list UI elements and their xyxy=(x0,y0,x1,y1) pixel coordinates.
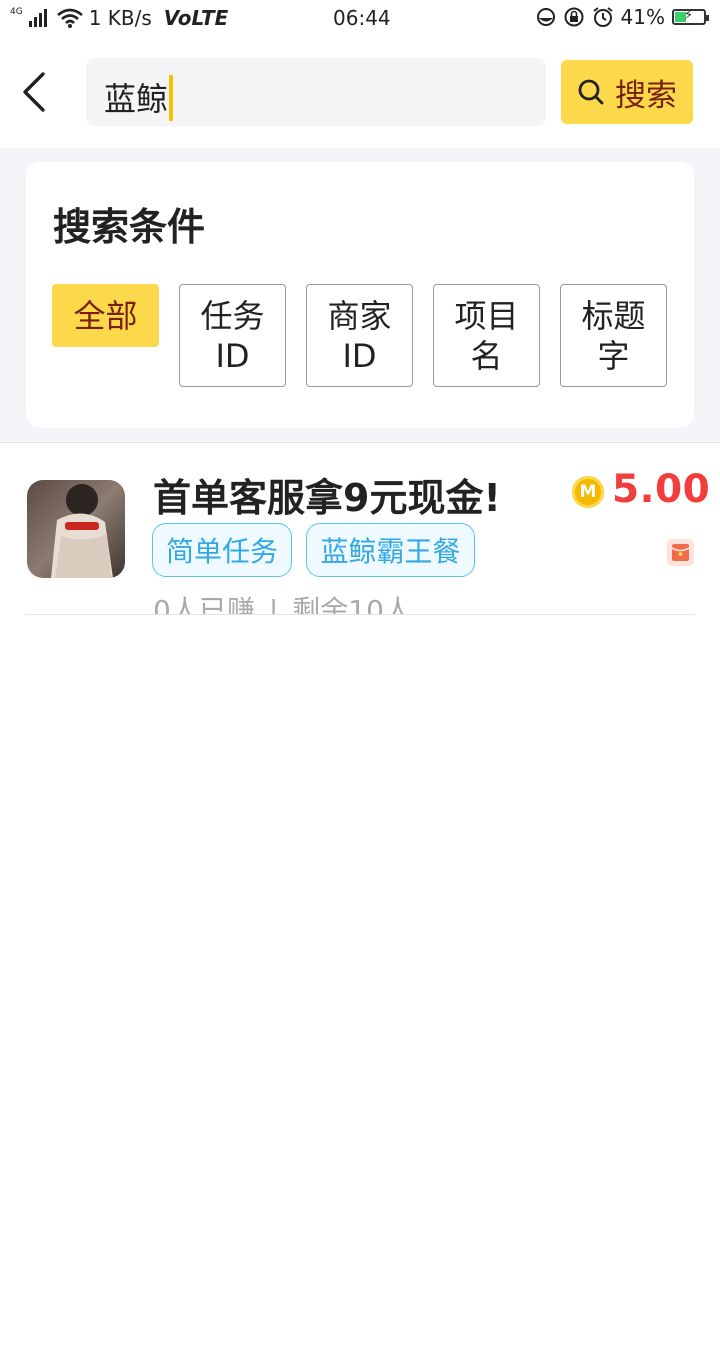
search-input-value: 蓝鲸 xyxy=(104,80,169,118)
filter-option-title-keyword[interactable]: 标题 字 xyxy=(560,284,667,387)
task-title: 首单客服拿9元现金! xyxy=(153,476,501,520)
battery-icon: ⚡ xyxy=(672,8,709,25)
stats-separator: | xyxy=(268,594,279,615)
task-tag: 简单任务 xyxy=(152,523,292,577)
task-stats: 0人已赚 | 剩余10人 xyxy=(153,589,412,615)
task-tag: 蓝鲸霸王餐 xyxy=(306,523,475,577)
coin-icon: M xyxy=(572,476,604,508)
search-button-label: 搜索 xyxy=(615,77,677,114)
eye-comfort-icon xyxy=(536,8,555,26)
earned-count: 0人已赚 xyxy=(153,594,255,615)
network-type: 4G xyxy=(10,7,23,17)
search-header: 蓝鲸 搜索 xyxy=(0,38,720,148)
clock: 06:44 xyxy=(333,6,391,30)
volte-label: VoLTE xyxy=(163,6,229,30)
filter-section: 搜索条件 全部 任务 ID 商家 ID 项目 名 标题 字 xyxy=(0,148,720,443)
filter-option-project-name[interactable]: 项目 名 xyxy=(433,284,540,387)
text-cursor xyxy=(169,75,174,121)
remaining-count: 剩余10人 xyxy=(292,594,412,615)
search-button[interactable]: 搜索 xyxy=(561,60,693,124)
task-reward-price: 5.00 xyxy=(612,467,711,512)
filter-title: 搜索条件 xyxy=(53,205,206,249)
task-list-item[interactable]: 首单客服拿9元现金! M 5.00 简单任务 蓝鲸霸王餐 0人已赚 | 剩余10人 xyxy=(0,443,720,615)
status-bar: 4G 1 KB/s VoLTE 06:44 41% ⚡ xyxy=(0,0,720,38)
filter-option-merchant-id[interactable]: 商家 ID xyxy=(306,284,413,387)
search-icon xyxy=(578,79,604,105)
signal-icon xyxy=(28,9,47,27)
filter-option-all[interactable]: 全部 xyxy=(52,284,159,347)
back-arrow-icon[interactable] xyxy=(18,70,52,114)
rotation-lock-icon xyxy=(564,7,584,27)
alarm-icon xyxy=(592,7,613,27)
search-input[interactable]: 蓝鲸 xyxy=(86,58,546,126)
battery-percent: 41% xyxy=(620,5,665,29)
network-speed: 1 KB/s xyxy=(88,6,152,30)
filter-card: 搜索条件 全部 任务 ID 商家 ID 项目 名 标题 字 xyxy=(26,162,694,428)
filter-option-task-id[interactable]: 任务 ID xyxy=(179,284,286,387)
task-thumbnail xyxy=(27,480,125,578)
red-envelope-icon xyxy=(667,539,694,566)
item-divider xyxy=(26,614,694,615)
wifi-icon xyxy=(56,8,83,28)
